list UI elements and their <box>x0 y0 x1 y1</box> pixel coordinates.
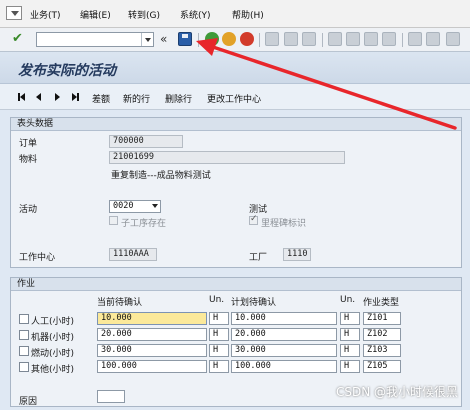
plant-label: 工厂 <box>249 253 268 263</box>
sub-operation-label: 子工序存在 <box>121 219 167 229</box>
work-center-field: 1110AAA <box>109 248 157 261</box>
sub-operation-checkbox[interactable] <box>109 216 118 225</box>
first-page-icon[interactable] <box>328 32 342 46</box>
activity-type-input[interactable]: Z101 <box>363 312 401 325</box>
title-bar: 发布实际的活动 <box>0 52 470 84</box>
application-toolbar: 差额 新的行 删除行 更改工作中心 <box>0 84 470 110</box>
header-data-group: 表头数据 订单 700000 物料 21001699 重复制造---成品物料测试… <box>10 117 462 268</box>
exit-icon[interactable] <box>222 32 236 46</box>
material-description: 重复制造---成品物料测试 <box>111 171 211 181</box>
unit-input-2[interactable]: H <box>340 328 360 341</box>
unit-input-2[interactable]: H <box>340 344 360 357</box>
page-title: 发布实际的活动 <box>18 63 116 79</box>
menu-edit[interactable]: 编辑(E) <box>80 8 111 21</box>
column-unit: Un. <box>209 295 225 305</box>
previous-record-icon[interactable] <box>36 93 41 101</box>
find-icon[interactable] <box>284 32 298 46</box>
row-label: 人工(小时) <box>31 317 75 327</box>
unit-input-2[interactable]: H <box>340 312 360 325</box>
collapse-icon[interactable]: « <box>160 32 167 46</box>
chevron-down-icon[interactable] <box>141 33 153 46</box>
activity-type-input[interactable]: Z103 <box>363 344 401 357</box>
order-label: 订单 <box>19 139 38 149</box>
activity-select[interactable]: 0020 <box>109 200 161 213</box>
reason-input[interactable] <box>97 390 125 403</box>
work-center-label: 工作中心 <box>19 253 56 263</box>
delete-row-button[interactable]: 删除行 <box>165 92 192 105</box>
system-menu-icon[interactable] <box>6 6 22 20</box>
column-activity-type: 作业类型 <box>363 298 400 308</box>
row-select-checkbox[interactable] <box>19 314 29 324</box>
current-quantity-input[interactable]: 10.000 <box>97 312 207 325</box>
unit-input[interactable]: H <box>209 312 229 325</box>
material-field: 21001699 <box>109 151 345 164</box>
column-current-pending: 当前待确认 <box>97 298 143 308</box>
planned-quantity-input[interactable]: 30.000 <box>231 344 337 357</box>
standard-toolbar: ✔ « <box>0 28 470 52</box>
operations-title: 作业 <box>11 278 461 291</box>
planned-quantity-input[interactable]: 20.000 <box>231 328 337 341</box>
toolbar-separator <box>322 33 323 47</box>
material-label: 物料 <box>19 155 38 165</box>
activity-type-input[interactable]: Z102 <box>363 328 401 341</box>
row-label: 机器(小时) <box>31 333 75 343</box>
row-label: 其他(小时) <box>31 365 75 375</box>
menu-business[interactable]: 业务(T) <box>30 8 61 21</box>
save-icon[interactable] <box>178 32 192 46</box>
print-icon[interactable] <box>265 32 279 46</box>
activity-label: 活动 <box>19 205 38 215</box>
unit-input[interactable]: H <box>209 344 229 357</box>
current-quantity-input[interactable]: 100.000 <box>97 360 207 373</box>
planned-quantity-input[interactable]: 100.000 <box>231 360 337 373</box>
current-quantity-input[interactable]: 20.000 <box>97 328 207 341</box>
difference-button[interactable]: 差额 <box>92 92 110 105</box>
column-unit-2: Un. <box>340 295 356 305</box>
cancel-icon[interactable] <box>240 32 254 46</box>
command-field[interactable] <box>36 32 154 47</box>
row-label: 燃动(小时) <box>31 349 75 359</box>
row-select-checkbox[interactable] <box>19 346 29 356</box>
shortcut-icon[interactable] <box>426 32 440 46</box>
column-planned-pending: 计划待确认 <box>231 298 277 308</box>
help-icon[interactable] <box>446 32 460 46</box>
toolbar-separator <box>198 33 199 47</box>
new-row-button[interactable]: 新的行 <box>123 92 150 105</box>
reason-label: 原因 <box>19 397 38 407</box>
previous-page-icon[interactable] <box>346 32 360 46</box>
menu-system[interactable]: 系统(Y) <box>180 8 211 21</box>
next-page-icon[interactable] <box>364 32 378 46</box>
back-icon[interactable] <box>205 32 219 46</box>
toolbar-separator <box>402 33 403 47</box>
milestone-checkbox[interactable] <box>249 214 258 225</box>
row-select-checkbox[interactable] <box>19 362 29 372</box>
menu-bar: 业务(T) 编辑(E) 转到(G) 系统(Y) 帮助(H) <box>0 0 470 28</box>
last-record-icon[interactable] <box>72 93 80 101</box>
watermark: CSDN @我小时候很黑 <box>335 385 458 399</box>
unit-input[interactable]: H <box>209 360 229 373</box>
first-record-icon[interactable] <box>18 93 26 101</box>
unit-input-2[interactable]: H <box>340 360 360 373</box>
plant-field: 1110 <box>283 248 311 261</box>
activity-type-input[interactable]: Z105 <box>363 360 401 373</box>
activity-value: 0020 <box>113 201 134 211</box>
change-work-center-button[interactable]: 更改工作中心 <box>207 92 261 105</box>
current-quantity-input[interactable]: 30.000 <box>97 344 207 357</box>
row-select-checkbox[interactable] <box>19 330 29 340</box>
chevron-down-icon[interactable] <box>152 204 158 208</box>
menu-goto[interactable]: 转到(G) <box>128 8 160 21</box>
next-record-icon[interactable] <box>55 93 60 101</box>
header-data-title: 表头数据 <box>11 118 461 131</box>
menu-help[interactable]: 帮助(H) <box>232 8 264 21</box>
toolbar-separator <box>259 33 260 47</box>
planned-quantity-input[interactable]: 10.000 <box>231 312 337 325</box>
unit-input[interactable]: H <box>209 328 229 341</box>
milestone-label: 里程碑标识 <box>261 219 307 229</box>
find-next-icon[interactable] <box>302 32 316 46</box>
order-field: 700000 <box>109 135 183 148</box>
check-icon[interactable]: ✔ <box>12 31 23 46</box>
new-session-icon[interactable] <box>408 32 422 46</box>
last-page-icon[interactable] <box>382 32 396 46</box>
